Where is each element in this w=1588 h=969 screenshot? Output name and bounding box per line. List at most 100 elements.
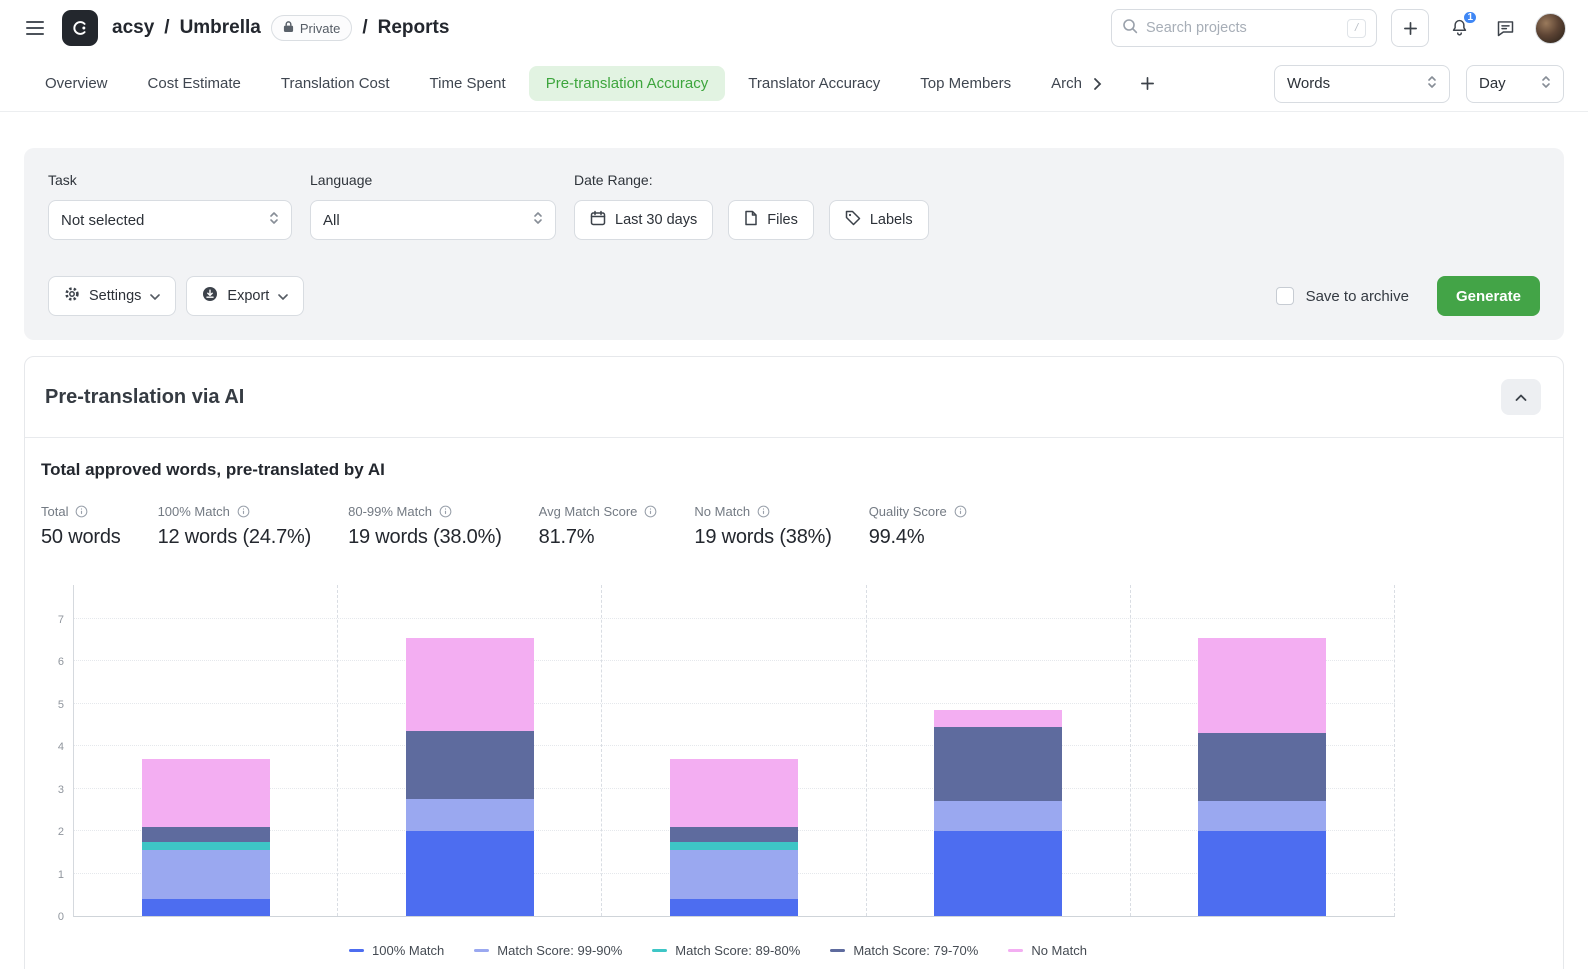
bar-group	[867, 585, 1131, 916]
tab-translator-accuracy[interactable]: Translator Accuracy	[731, 66, 897, 101]
search-input[interactable]	[1146, 20, 1339, 36]
chevron-up-icon	[1515, 390, 1527, 405]
legend-swatch	[830, 949, 845, 952]
bar-segment[interactable]	[1198, 733, 1326, 801]
legend-swatch	[349, 949, 364, 952]
report-unit-select[interactable]: Words	[1274, 65, 1450, 103]
sort-arrows-icon	[269, 210, 279, 230]
bar-segment[interactable]	[670, 842, 798, 851]
stacked-bar[interactable]	[934, 710, 1062, 916]
tab-arch[interactable]: Arch	[1034, 66, 1082, 101]
bar-segment[interactable]	[934, 727, 1062, 801]
user-avatar[interactable]	[1535, 13, 1566, 44]
breadcrumb-separator: /	[164, 17, 169, 39]
bar-segment[interactable]	[142, 759, 270, 827]
breadcrumb-page: Reports	[378, 17, 450, 39]
legend-label: Match Score: 89-80%	[675, 943, 800, 958]
report-period-select[interactable]: Day	[1466, 65, 1564, 103]
tab-time-spent[interactable]: Time Spent	[413, 66, 523, 101]
legend-label: No Match	[1031, 943, 1087, 958]
stacked-bar[interactable]	[1198, 638, 1326, 916]
bar-group	[338, 585, 602, 916]
bar-segment[interactable]	[142, 899, 270, 916]
legend-item[interactable]: Match Score: 79-70%	[830, 943, 978, 958]
messages-button[interactable]	[1489, 12, 1521, 44]
tab-top-members[interactable]: Top Members	[903, 66, 1028, 101]
stat-label: No Match	[694, 504, 750, 519]
bar-segment[interactable]	[670, 850, 798, 899]
info-icon[interactable]	[75, 505, 88, 518]
tag-icon	[845, 210, 861, 230]
bar-segment[interactable]	[934, 710, 1062, 727]
legend-label: Match Score: 79-70%	[853, 943, 978, 958]
tab-list: OverviewCost EstimateTranslation CostTim…	[28, 66, 1082, 101]
info-icon[interactable]	[954, 505, 967, 518]
save-to-archive-checkbox[interactable]	[1276, 287, 1294, 305]
legend-item[interactable]: 100% Match	[349, 943, 444, 958]
report-filter-panel: Task Not selected Language All	[24, 148, 1564, 340]
bar-segment[interactable]	[142, 842, 270, 851]
bar-segment[interactable]	[1198, 638, 1326, 734]
bar-segment[interactable]	[1198, 831, 1326, 916]
bar-segment[interactable]	[406, 638, 534, 732]
bar-segment[interactable]	[934, 831, 1062, 916]
chart-legend: 100% Match Match Score: 99-90% Match Score…	[41, 943, 1395, 958]
tabs-scroll-right-button[interactable]	[1084, 70, 1112, 98]
legend-item[interactable]: Match Score: 89-80%	[652, 943, 800, 958]
search-box[interactable]: /	[1111, 9, 1377, 47]
bar-segment[interactable]	[670, 899, 798, 916]
tab-cost-estimate[interactable]: Cost Estimate	[131, 66, 258, 101]
tab-overview[interactable]: Overview	[28, 66, 125, 101]
date-range-button[interactable]: Last 30 days	[574, 200, 713, 240]
app-logo[interactable]	[62, 10, 98, 46]
stat-label: Total	[41, 504, 68, 519]
tab-translation-cost[interactable]: Translation Cost	[264, 66, 407, 101]
labels-filter-button[interactable]: Labels	[829, 200, 929, 240]
language-filter: Language All	[310, 172, 556, 240]
language-filter-label: Language	[310, 172, 556, 188]
breadcrumb-project[interactable]: Umbrella	[180, 17, 261, 39]
settings-button[interactable]: Settings	[48, 276, 176, 316]
notification-count-badge: 1	[1462, 10, 1478, 25]
language-select[interactable]: All	[310, 200, 556, 240]
tab-pre-translation-accuracy[interactable]: Pre-translation Accuracy	[529, 66, 726, 101]
bar-segment[interactable]	[142, 850, 270, 899]
collapse-section-button[interactable]	[1501, 379, 1541, 415]
stacked-bar[interactable]	[670, 759, 798, 916]
info-icon[interactable]	[644, 505, 657, 518]
bar-segment[interactable]	[670, 759, 798, 827]
task-filter-label: Task	[48, 172, 292, 188]
info-icon[interactable]	[439, 505, 452, 518]
bar-segment[interactable]	[406, 831, 534, 916]
report-tabs-bar: OverviewCost EstimateTranslation CostTim…	[0, 56, 1588, 112]
bar-segment[interactable]	[142, 827, 270, 842]
info-icon[interactable]	[237, 505, 250, 518]
export-button[interactable]: Export	[186, 276, 304, 316]
stat-value: 19 words (38.0%)	[348, 526, 502, 549]
generate-button[interactable]: Generate	[1437, 276, 1540, 316]
y-tick-label: 5	[58, 699, 64, 711]
bar-segment[interactable]	[934, 801, 1062, 831]
stat-value: 12 words (24.7%)	[158, 526, 312, 549]
legend-item[interactable]: No Match	[1008, 943, 1087, 958]
pretranslation-chart: 01234567 100% MatchMatch Score: 99-90%Ma…	[41, 585, 1547, 958]
breadcrumb-org[interactable]: acsy	[112, 17, 154, 39]
bar-segment[interactable]	[406, 731, 534, 799]
bar-segment[interactable]	[670, 827, 798, 842]
files-filter-button[interactable]: Files	[728, 200, 814, 240]
add-report-tab-button[interactable]	[1132, 69, 1162, 99]
stat-value: 19 words (38%)	[694, 526, 831, 549]
bar-segment[interactable]	[1198, 801, 1326, 831]
bar-segment[interactable]	[406, 799, 534, 831]
stat-value: 81.7%	[539, 526, 658, 549]
legend-label: 100% Match	[372, 943, 444, 958]
stacked-bar[interactable]	[406, 638, 534, 916]
info-icon[interactable]	[757, 505, 770, 518]
task-select[interactable]: Not selected	[48, 200, 292, 240]
legend-item[interactable]: Match Score: 99-90%	[474, 943, 622, 958]
create-project-button[interactable]	[1391, 9, 1429, 47]
stat-quality-score: Quality Score99.4%	[869, 504, 967, 549]
stacked-bar[interactable]	[142, 759, 270, 916]
notifications-button[interactable]: 1	[1443, 12, 1475, 44]
hamburger-menu-icon[interactable]	[24, 16, 48, 40]
